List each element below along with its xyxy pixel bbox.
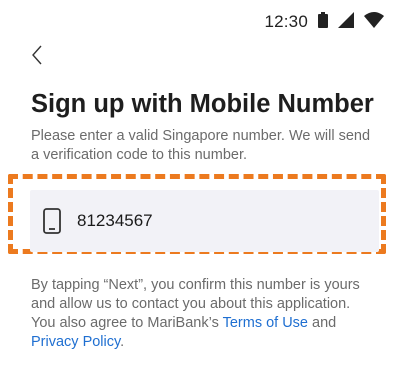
status-bar: 12:30 [264, 10, 384, 34]
terms-of-use-link[interactable]: Terms of Use [223, 315, 308, 331]
status-time: 12:30 [264, 12, 308, 31]
chevron-left-icon [31, 44, 43, 71]
disclaimer-text-after: . [120, 334, 125, 350]
page-subtitle: Please enter a valid Singapore number. W… [31, 128, 371, 163]
wifi-icon [364, 11, 384, 33]
mobile-number-input[interactable] [77, 211, 357, 231]
consent-disclaimer: By tapping “Next”, you confirm this numb… [31, 276, 376, 352]
back-button[interactable] [26, 44, 48, 70]
mobile-phone-icon [43, 207, 63, 235]
battery-icon [318, 11, 328, 33]
privacy-policy-link[interactable]: Privacy Policy [31, 334, 120, 350]
mobile-number-field[interactable] [30, 190, 379, 252]
cell-signal-icon [338, 11, 354, 33]
page-title: Sign up with Mobile Number [31, 90, 374, 118]
disclaimer-text-between: and [308, 315, 337, 331]
